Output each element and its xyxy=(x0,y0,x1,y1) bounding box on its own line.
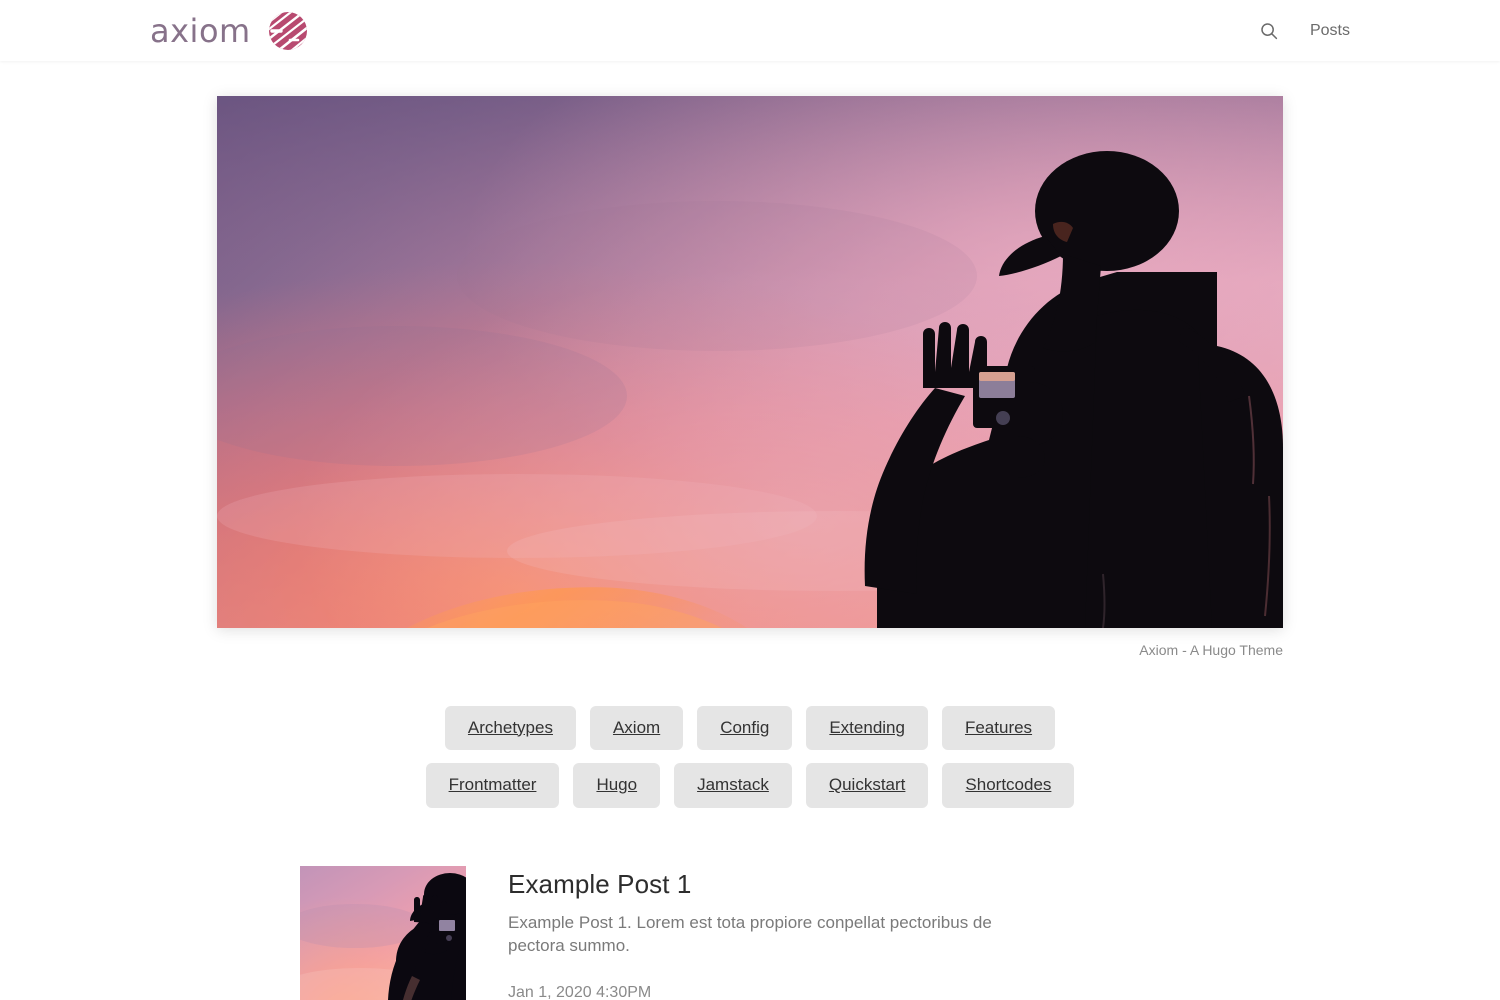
hero-image xyxy=(217,96,1283,628)
tag-cloud: Archetypes Axiom Config Extending Featur… xyxy=(390,705,1110,808)
post-title: Example Post 1 xyxy=(508,868,692,899)
hero-section: Axiom - A Hugo Theme xyxy=(217,96,1283,661)
post-list-item[interactable]: Example Post 1 Example Post 1. Lorem est… xyxy=(300,865,1200,1000)
striped-globe-icon xyxy=(268,11,308,51)
main-content: Axiom - A Hugo Theme Archetypes Axiom Co… xyxy=(0,96,1500,1000)
tag-jamstack[interactable]: Jamstack xyxy=(674,763,792,808)
post-excerpt: Example Post 1. Lorem est tota propiore … xyxy=(508,913,992,955)
tag-archetypes[interactable]: Archetypes xyxy=(444,705,576,751)
post-thumbnail xyxy=(300,865,466,1000)
tag-features[interactable]: Features xyxy=(941,705,1056,751)
site-logo-wordmark: axiom xyxy=(150,11,251,50)
header-nav: Posts xyxy=(1258,20,1350,42)
nav-link-posts[interactable]: Posts xyxy=(1310,22,1350,39)
post-body: Example Post 1 Example Post 1. Lorem est… xyxy=(508,866,1200,1000)
search-icon[interactable] xyxy=(1258,20,1280,42)
tag-frontmatter[interactable]: Frontmatter xyxy=(425,763,560,808)
hero-caption: Axiom - A Hugo Theme xyxy=(1139,642,1283,658)
hero-figure: Axiom - A Hugo Theme xyxy=(217,96,1283,661)
post-list: Example Post 1 Example Post 1. Lorem est… xyxy=(300,865,1200,1000)
tag-shortcodes[interactable]: Shortcodes xyxy=(942,763,1075,808)
tag-config[interactable]: Config xyxy=(697,705,793,751)
post-date: Jan 1, 2020 4:30PM xyxy=(508,984,652,1000)
tag-hugo[interactable]: Hugo xyxy=(573,763,661,808)
site-logo-link[interactable]: axiom xyxy=(150,11,308,51)
tag-axiom[interactable]: Axiom xyxy=(589,705,684,751)
tag-quickstart[interactable]: Quickstart xyxy=(805,763,929,808)
site-header: axiom Posts xyxy=(0,0,1500,61)
tag-extending[interactable]: Extending xyxy=(806,705,928,751)
